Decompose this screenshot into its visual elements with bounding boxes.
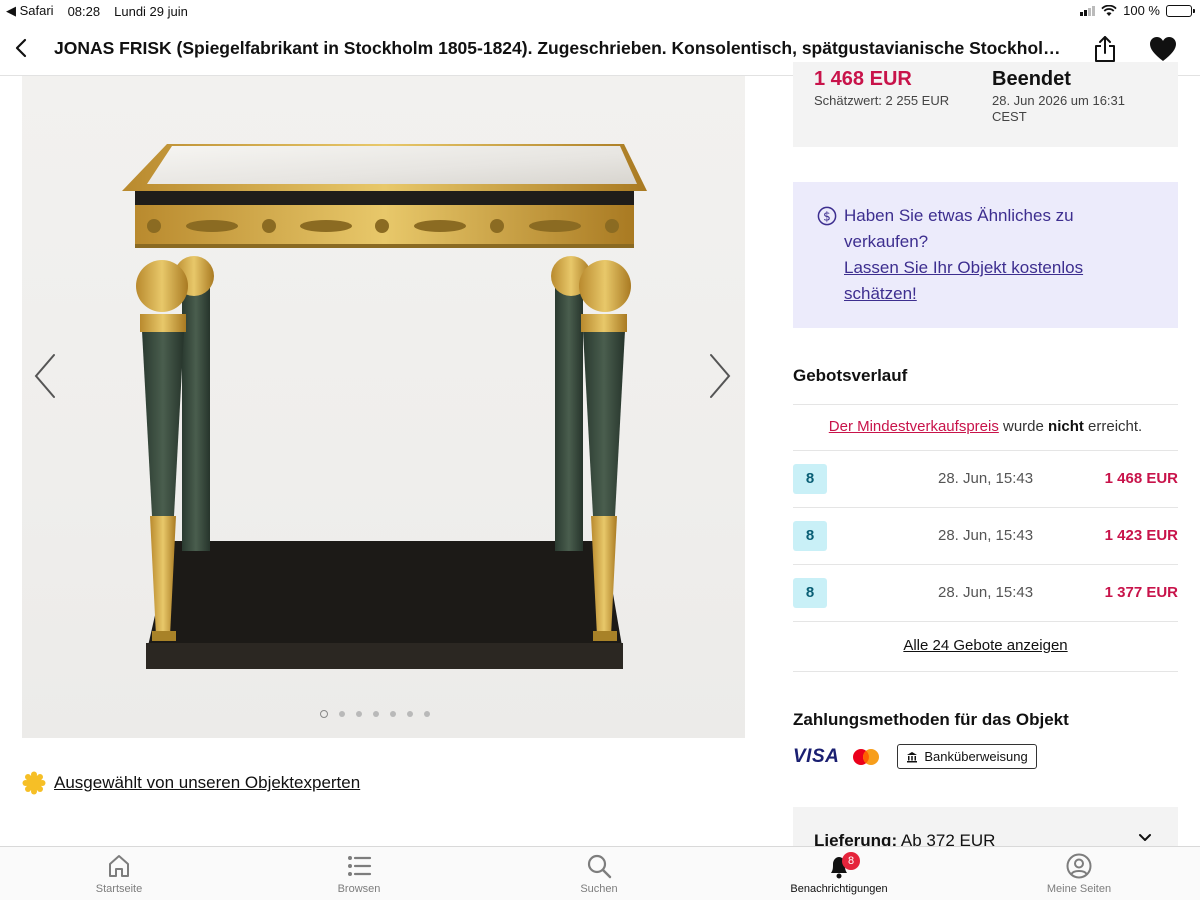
- list-icon: [348, 856, 372, 876]
- tab-home[interactable]: Startseite: [54, 853, 184, 895]
- bid-row: 8 28. Jun, 15:43 1 377 EUR: [793, 565, 1178, 622]
- tab-notifications[interactable]: 8 Benachrichtigungen: [774, 852, 904, 895]
- pagination-dot[interactable]: [407, 711, 413, 717]
- pagination-dot[interactable]: [424, 711, 430, 717]
- tab-search[interactable]: Suchen: [534, 853, 664, 895]
- pagination-dot[interactable]: [320, 710, 328, 718]
- clock: 08:28: [67, 3, 101, 19]
- current-bid-amount: 1 468 EUR: [814, 68, 912, 90]
- tab-browse[interactable]: Browsen: [294, 853, 424, 895]
- tab-browse-label: Browsen: [337, 883, 381, 895]
- tab-account-label: Meine Seiten: [1046, 883, 1112, 895]
- all-bids-row: Alle 24 Gebote anzeigen: [793, 623, 1178, 672]
- reserve-not-text: nicht: [1048, 418, 1084, 435]
- visa-logo: VISA: [793, 745, 840, 767]
- page-title: JONAS FRISK (Spiegelfabrikant in Stockho…: [54, 38, 1076, 58]
- bidder-badge: 8: [793, 521, 827, 551]
- shipping-label: Lieferung:: [814, 831, 898, 847]
- pagination-dot[interactable]: [339, 711, 345, 717]
- user-circle-icon: [1066, 853, 1092, 879]
- image-gallery[interactable]: [22, 76, 745, 738]
- chevron-down-icon[interactable]: [1138, 831, 1152, 845]
- dollar-circle-icon: $: [817, 206, 837, 226]
- reserve-price-link[interactable]: Der Mindestverkaufspreis: [829, 418, 999, 435]
- status-bar: ◀ Safari 08:28 Lundi 29 juin 100 %: [0, 0, 1200, 22]
- bid-amount: 1 377 EUR: [1104, 584, 1178, 601]
- expert-selection-label[interactable]: Ausgewählt von unseren Objektexperten: [54, 773, 360, 793]
- tab-notifications-label: Benachrichtigungen: [790, 883, 888, 895]
- next-image-arrow[interactable]: [705, 351, 735, 401]
- tab-search-label: Suchen: [580, 883, 618, 895]
- pagination-dot[interactable]: [373, 711, 379, 717]
- home-icon: [109, 855, 129, 877]
- bid-history-heading: Gebotsverlauf: [793, 366, 908, 385]
- svg-text:$: $: [823, 210, 831, 224]
- tab-bar: Startseite Browsen Suchen 8 Benachrichti…: [0, 846, 1200, 900]
- bank-transfer-label: Banküberweisung: [924, 749, 1028, 764]
- bid-time: 28. Jun, 15:43: [938, 470, 1034, 487]
- auction-status: Beendet: [992, 68, 1071, 90]
- payment-methods: VISA Banküberweisung: [793, 744, 1037, 769]
- back-chevron-icon[interactable]: [10, 36, 34, 60]
- previous-image-arrow[interactable]: [30, 351, 60, 401]
- heart-icon[interactable]: [1148, 35, 1178, 63]
- payment-methods-heading: Zahlungsmethoden für das Objekt: [793, 710, 1069, 729]
- bid-row: 8 28. Jun, 15:43 1 468 EUR: [793, 451, 1178, 508]
- battery-icon: [1166, 4, 1195, 17]
- reserve-price-notice: Der Mindestverkaufspreis wurde nicht err…: [793, 404, 1178, 451]
- shipping-value: Ab 372 EUR: [897, 831, 996, 847]
- bid-amount: 1 423 EUR: [1104, 527, 1178, 544]
- free-valuation-link[interactable]: Lassen Sie Ihr Objekt kostenlos schätzen…: [844, 255, 1144, 307]
- mastercard-logo: [853, 748, 880, 765]
- sell-similar-card: $ Haben Sie etwas Ähnliches zu verkaufen…: [793, 182, 1178, 328]
- bid-amount: 1 468 EUR: [1104, 470, 1178, 487]
- battery-percent: 100 %: [1123, 3, 1160, 18]
- bid-time: 28. Jun, 15:43: [938, 527, 1034, 544]
- console-table-photo: [122, 144, 647, 669]
- reserve-text-mid: wurde: [998, 418, 1049, 435]
- auction-end-date: 28. Jun 2026 um 16:31 CEST: [992, 93, 1125, 124]
- signal-icon: [1080, 5, 1096, 16]
- reserve-text-end: erreicht.: [1083, 418, 1143, 435]
- seal-badge-icon: [22, 771, 46, 795]
- tab-account[interactable]: Meine Seiten: [1014, 853, 1144, 895]
- show-all-bids-link[interactable]: Alle 24 Gebote anzeigen: [903, 637, 1067, 654]
- search-icon: [587, 854, 612, 879]
- pagination-dot[interactable]: [390, 711, 396, 717]
- price-card: 1 468 EUR Schätzwert: 2 255 EUR Beendet …: [793, 62, 1178, 147]
- expert-selection-link[interactable]: Ausgewählt von unseren Objektexperten: [22, 771, 360, 795]
- share-icon[interactable]: [1092, 34, 1118, 64]
- back-to-app-link[interactable]: ◀ Safari: [6, 3, 54, 19]
- pagination-dot[interactable]: [356, 711, 362, 717]
- bidder-badge: 8: [793, 578, 827, 608]
- sell-question: Haben Sie etwas Ähnliches zu verkaufen?: [844, 206, 1074, 251]
- date: Lundi 29 juin: [114, 3, 188, 19]
- bank-icon: [907, 751, 918, 762]
- estimate-value: Schätzwert: 2 255 EUR: [814, 93, 950, 108]
- wifi-icon: [1101, 4, 1117, 16]
- image-pagination-dots: [320, 710, 430, 718]
- bank-transfer-badge: Banküberweisung: [897, 744, 1037, 769]
- bid-time: 28. Jun, 15:43: [938, 584, 1034, 601]
- notifications-badge: 8: [842, 852, 860, 870]
- bid-row: 8 28. Jun, 15:43 1 423 EUR: [793, 508, 1178, 565]
- tab-home-label: Startseite: [95, 883, 143, 895]
- shipping-accordion[interactable]: Lieferung: Ab 372 EUR: [793, 807, 1178, 847]
- bidder-badge: 8: [793, 464, 827, 494]
